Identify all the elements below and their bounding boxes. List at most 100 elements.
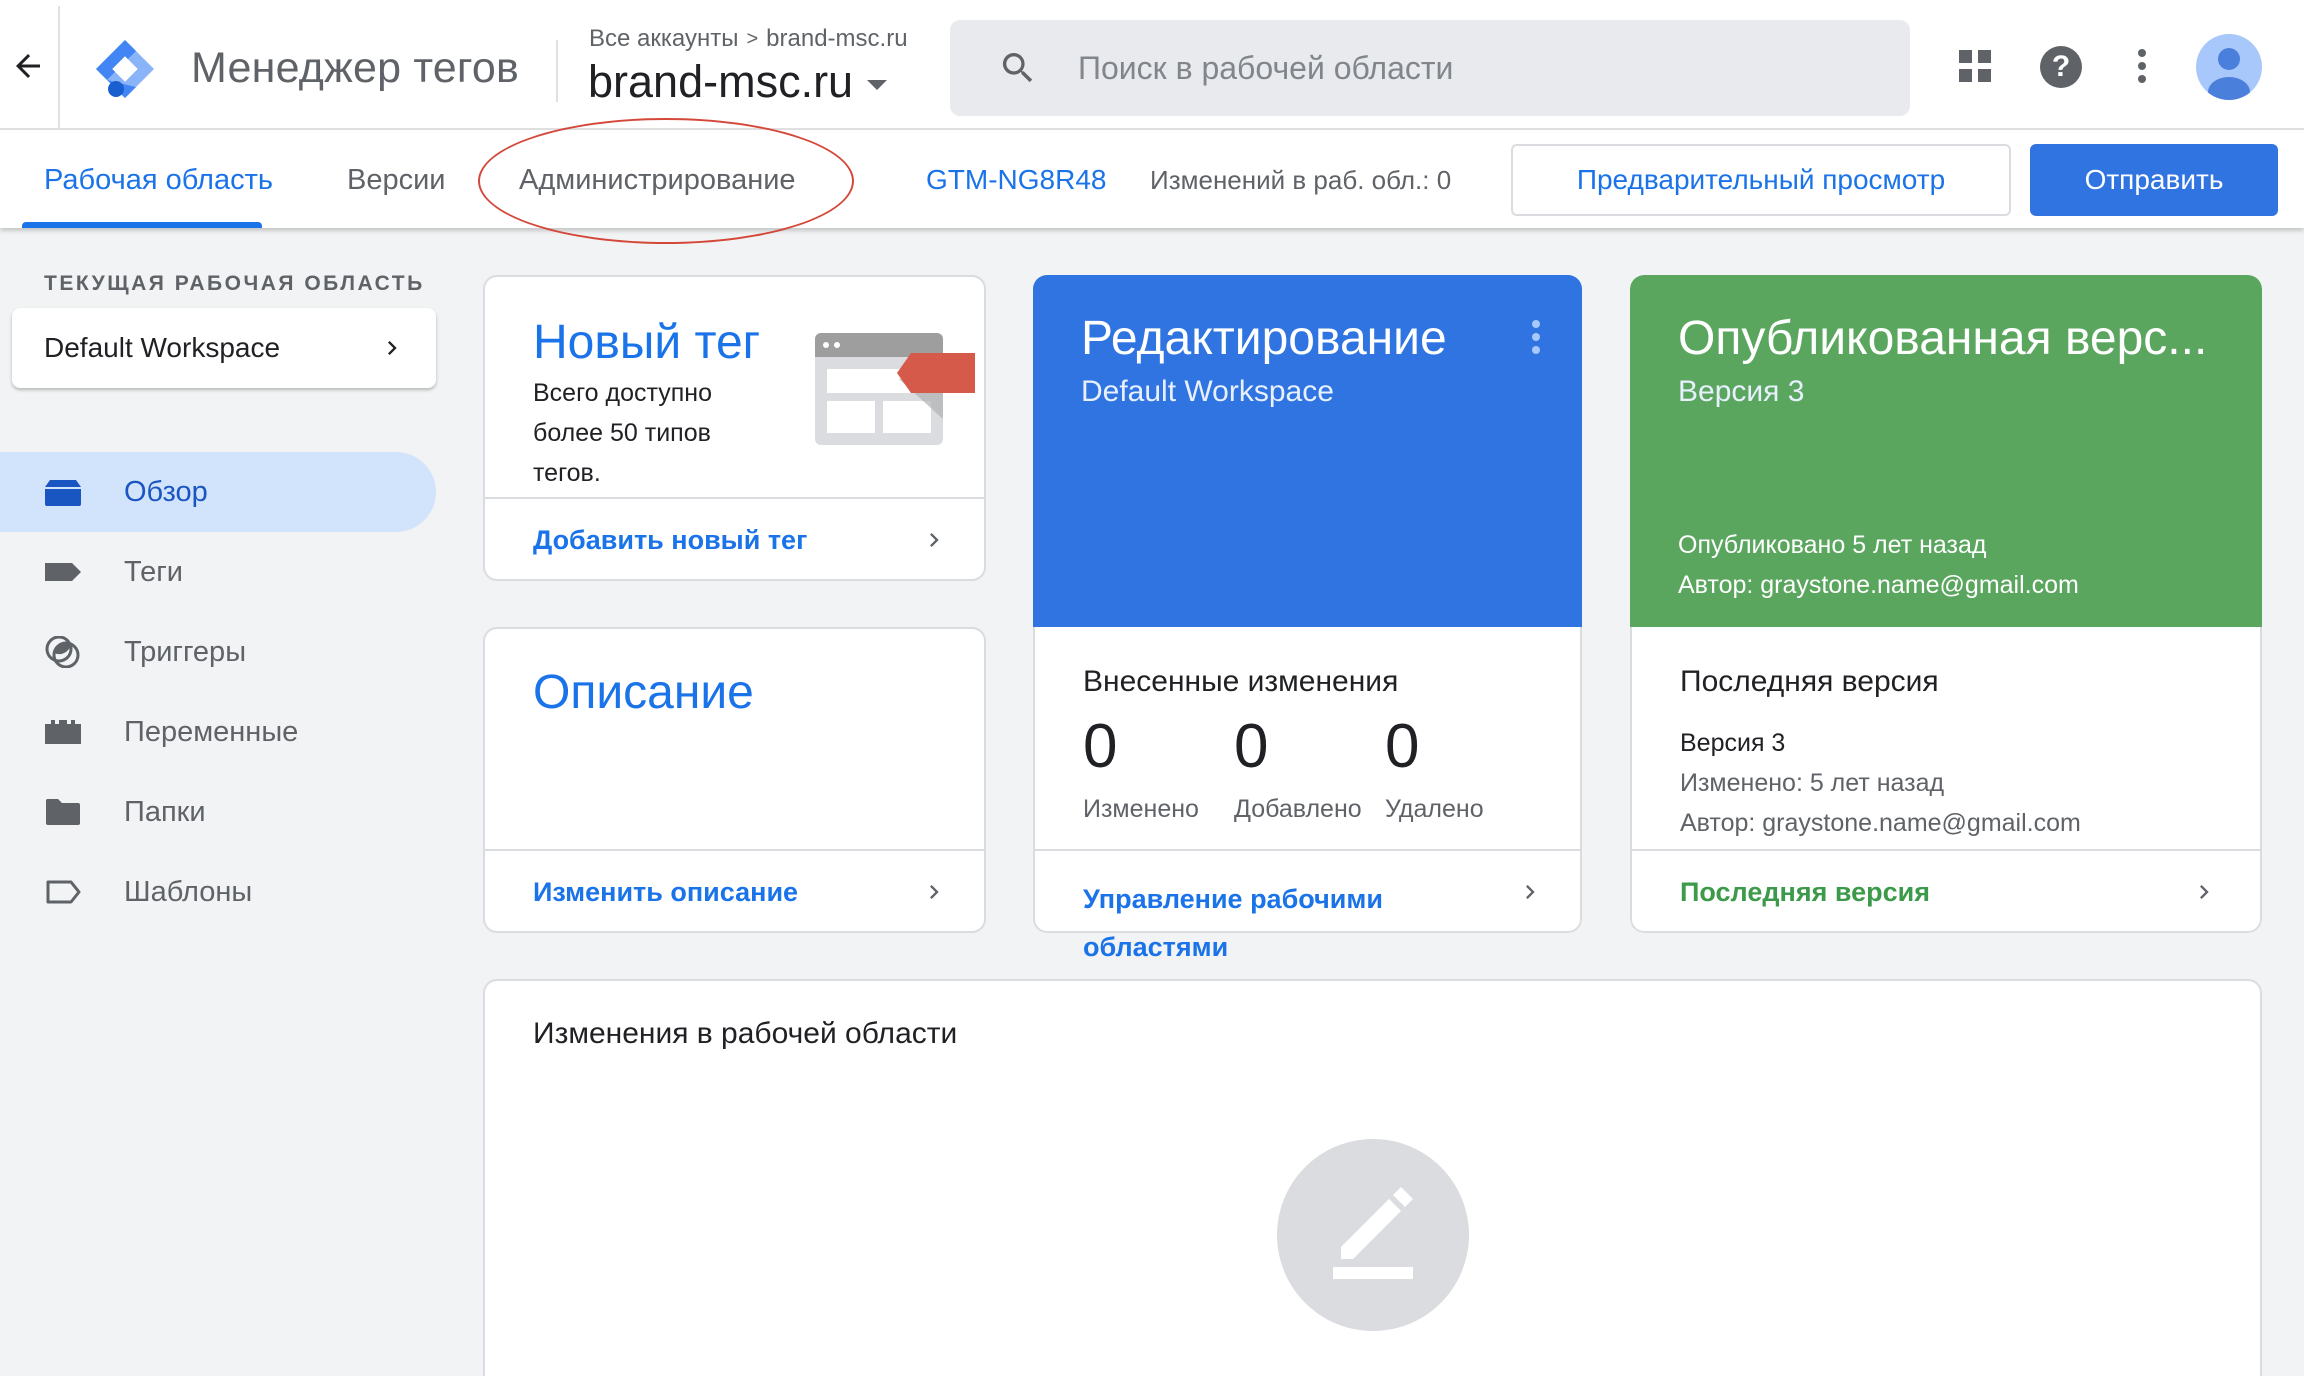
apps-grid-icon[interactable] — [1953, 44, 1997, 88]
active-tab-indicator — [22, 222, 262, 228]
sidebar-item-tags[interactable]: Теги — [0, 532, 436, 612]
workspace-heading: ТЕКУЩАЯ РАБОЧАЯ ОБЛАСТЬ — [44, 272, 425, 295]
latest-version-title: Последняя версия — [1680, 665, 1939, 698]
manage-workspaces-link[interactable]: Управление рабочими областями — [1035, 849, 1580, 962]
tab-versions[interactable]: Версии — [347, 130, 446, 228]
tag-illustration-icon — [815, 333, 975, 445]
container-id-link[interactable]: GTM-NG8R48 — [926, 130, 1106, 228]
breadcrumb: Все аккаунты > brand-msc.ru — [589, 25, 908, 53]
sidebar-item-label: Переменные — [124, 716, 299, 748]
published-author: Автор: graystone.name@gmail.com — [1678, 571, 2079, 599]
published-card-header: Опубликованная верс... Версия 3 Опублико… — [1630, 275, 2262, 627]
latest-version-label: Последняя версия — [1680, 877, 1930, 907]
sidebar-item-templates[interactable]: Шаблоны — [0, 852, 436, 932]
chevron-right-icon — [930, 885, 939, 899]
app-title: Менеджер тегов — [191, 44, 519, 92]
sidebar-item-variables[interactable]: Переменные — [0, 692, 436, 772]
container-name: brand-msc.ru — [588, 56, 854, 107]
latest-version-author: Автор: graystone.name@gmail.com — [1680, 809, 2081, 837]
search-input[interactable] — [1078, 20, 1878, 116]
edit-pencil-icon — [1277, 1139, 1469, 1331]
account-avatar[interactable] — [2196, 34, 2262, 100]
published-ago: Опубликовано 5 лет назад — [1678, 531, 1987, 559]
change-stats: 0 Изменено 0 Добавлено 0 Удалено — [1083, 707, 1536, 824]
stat-added: 0 Добавлено — [1234, 707, 1385, 824]
editing-card-header: Редактирование Default Workspace — [1033, 275, 1582, 627]
chevron-right-icon — [930, 533, 939, 547]
published-card-body: Последняя версия Версия 3 Изменено: 5 ле… — [1630, 627, 2262, 933]
sidebar-item-label: Папки — [124, 796, 206, 828]
preview-button[interactable]: Предварительный просмотр — [1511, 144, 2011, 216]
new-tag-description: Всего доступно более 50 типов тегов. — [533, 379, 712, 487]
help-icon[interactable]: ? — [2040, 46, 2082, 88]
tab-workspace[interactable]: Рабочая область — [44, 130, 273, 228]
latest-version-modified: Изменено: 5 лет назад — [1680, 769, 1945, 797]
workspace-changes-count: Изменений в раб. обл.: 0 — [1150, 165, 1452, 195]
sidebar-item-label: Триггеры — [124, 636, 247, 668]
edit-description-label: Изменить описание — [533, 877, 799, 907]
submit-button[interactable]: Отправить — [2030, 144, 2278, 216]
divider — [556, 40, 558, 102]
folder-icon — [45, 799, 80, 825]
divider — [58, 6, 60, 130]
stat-value: 0 — [1083, 712, 1118, 781]
tab-admin[interactable]: Администрирование — [519, 130, 796, 228]
latest-version-details: Версия 3 Изменено: 5 лет назад Автор: gr… — [1680, 723, 2081, 843]
tag-icon — [45, 563, 81, 581]
workspace-changes-card: Изменения в рабочей области — [483, 979, 2262, 1376]
tab-bar: Рабочая область Версии Администрирование… — [0, 130, 2304, 228]
sidebar-item-label: Шаблоны — [124, 876, 253, 908]
top-app-bar: Менеджер тегов Все аккаунты > brand-msc.… — [0, 0, 2304, 130]
workspace-name: Default Workspace — [44, 332, 281, 363]
container-selector[interactable]: brand-msc.ru — [588, 56, 888, 108]
published-version-card: Опубликованная верс... Версия 3 Опублико… — [1630, 275, 2262, 933]
latest-version-number: Версия 3 — [1680, 729, 1786, 757]
editing-title: Редактирование — [1081, 312, 1447, 365]
editing-workspace-name: Default Workspace — [1081, 375, 1334, 408]
chevron-right-icon — [1526, 885, 1535, 899]
editing-card-body: Внесенные изменения 0 Изменено 0 Добавле… — [1033, 627, 1582, 962]
variables-icon — [45, 720, 81, 744]
new-tag-card: Новый тег Всего доступно более 50 типов … — [483, 275, 986, 581]
back-arrow-icon[interactable] — [10, 48, 46, 84]
latest-version-link[interactable]: Последняя версия — [1632, 849, 2260, 931]
breadcrumb-all-accounts[interactable]: Все аккаунты — [589, 25, 738, 53]
sidebar-item-folders[interactable]: Папки — [0, 772, 436, 852]
add-new-tag-link[interactable]: Добавить новый тег — [485, 497, 984, 579]
workspace-changes-title: Изменения в рабочей области — [533, 1017, 958, 1050]
published-version: Версия 3 — [1678, 375, 1805, 408]
add-new-tag-label: Добавить новый тег — [533, 525, 808, 555]
published-title: Опубликованная верс... — [1678, 312, 2208, 365]
more-vert-icon[interactable] — [1530, 319, 1542, 355]
stat-label: Удалено — [1385, 795, 1484, 823]
sidebar-item-triggers[interactable]: Триггеры — [0, 612, 436, 692]
sidebar-item-label: Обзор — [124, 476, 208, 508]
new-tag-title[interactable]: Новый тег — [533, 315, 760, 370]
changes-made-title: Внесенные изменения — [1083, 665, 1399, 698]
description-card: Описание Изменить описание — [483, 627, 986, 933]
chevron-right-icon — [388, 341, 397, 355]
manage-workspaces-label: Управление рабочими областями — [1083, 884, 1383, 962]
stat-value: 0 — [1385, 712, 1420, 781]
workspace-selector[interactable]: Default Workspace — [12, 308, 436, 388]
sidebar-nav: Обзор Теги Триггеры Переменные Папки Шаб… — [0, 452, 436, 932]
editing-card: Редактирование Default Workspace Внесенн… — [1033, 275, 1582, 962]
trigger-icon — [45, 636, 80, 668]
dropdown-caret-icon — [867, 80, 888, 90]
search-box[interactable] — [950, 20, 1910, 116]
sidebar-item-label: Теги — [124, 556, 183, 588]
stat-label: Изменено — [1083, 795, 1199, 823]
breadcrumb-account[interactable]: brand-msc.ru — [766, 25, 907, 53]
sidebar-item-overview[interactable]: Обзор — [0, 452, 436, 532]
stat-label: Добавлено — [1234, 795, 1362, 823]
overview-icon — [45, 480, 81, 506]
more-vert-icon[interactable] — [2120, 44, 2164, 88]
tag-manager-logo-icon[interactable] — [92, 36, 158, 102]
chevron-right-icon: > — [746, 27, 759, 50]
stat-deleted: 0 Удалено — [1385, 707, 1536, 824]
stat-modified: 0 Изменено — [1083, 707, 1234, 824]
stat-value: 0 — [1234, 712, 1269, 781]
edit-description-link[interactable]: Изменить описание — [485, 849, 984, 931]
template-icon — [46, 880, 81, 904]
search-icon — [1002, 53, 1033, 83]
